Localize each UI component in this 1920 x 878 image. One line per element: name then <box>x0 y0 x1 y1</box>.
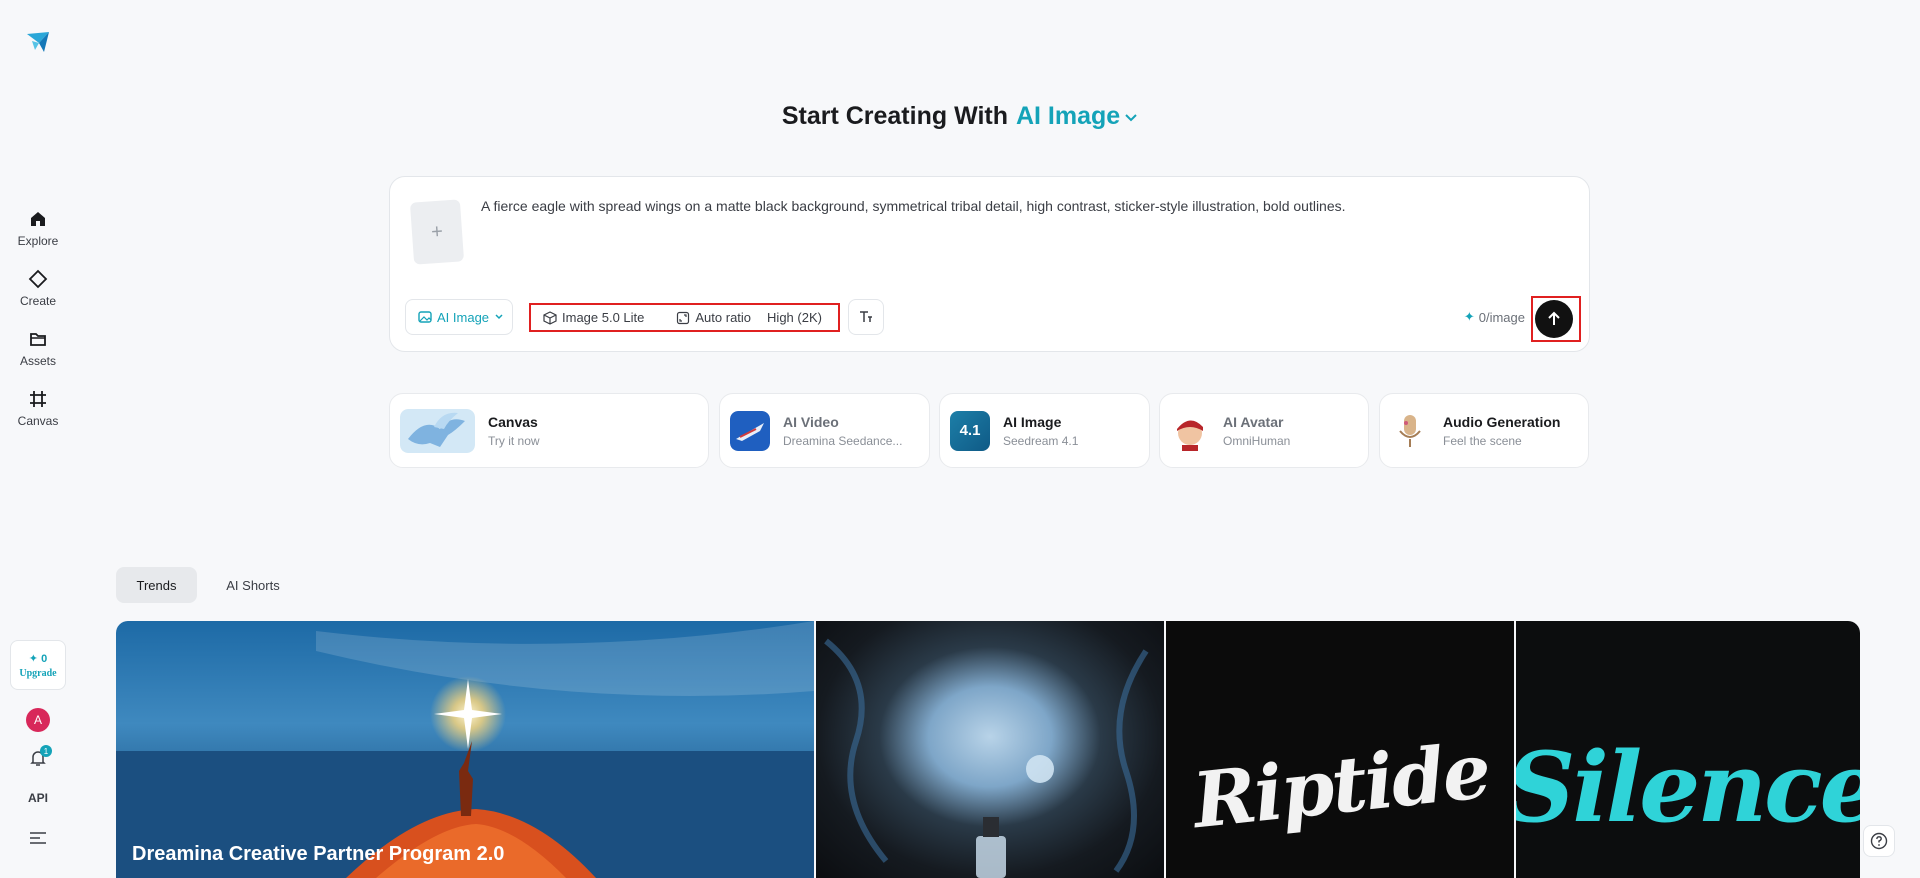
sidebar-item-explore[interactable]: Explore <box>0 208 76 248</box>
tool-card-ai-video[interactable]: AI Video Dreamina Seedance... <box>719 393 930 468</box>
credits-count: ✦ 0 <box>28 652 48 665</box>
video-thumbnail <box>730 410 770 451</box>
tab-ai-shorts[interactable]: AI Shorts <box>212 567 294 603</box>
perfume-artwork <box>824 638 1149 878</box>
upgrade-label: Upgrade <box>19 667 57 679</box>
generation-type-dropdown[interactable]: AI Image <box>1016 102 1120 131</box>
diamond-icon <box>27 268 49 290</box>
tool-sub: Feel the scene <box>1443 433 1522 448</box>
folder-icon <box>27 328 49 350</box>
ratio-label: Auto ratio <box>695 310 752 325</box>
sidebar-item-create[interactable]: Create <box>0 268 76 308</box>
tool-sub: Dreamina Seedance... <box>783 433 903 448</box>
tool-name: AI Video <box>783 413 839 430</box>
model-selector[interactable]: Image 5.0 Lite <box>543 310 644 325</box>
prompt-input[interactable]: A fierce eagle with spread wings on a ma… <box>481 196 1561 216</box>
cost-indicator: ✦ 0/image <box>1464 309 1525 325</box>
tool-sub: Try it now <box>488 433 540 448</box>
sidebar-item-label: Explore <box>17 234 59 248</box>
sidebar-item-label: Create <box>19 294 57 308</box>
gallery-featured-tile[interactable]: Dreamina Creative Partner Program 2.0 <box>116 621 814 878</box>
featured-title: Dreamina Creative Partner Program 2.0 <box>132 843 505 865</box>
crop-frame-icon <box>27 388 49 410</box>
notification-badge: 1 <box>40 745 52 757</box>
seedream-badge-thumbnail: 4.1 <box>950 410 990 451</box>
ratio-selector[interactable]: Auto ratio <box>676 310 751 325</box>
sidebar-item-canvas[interactable]: Canvas <box>0 388 76 428</box>
home-icon <box>27 208 49 230</box>
dreamina-logo[interactable] <box>24 28 52 56</box>
cost-label: 0/image <box>1478 309 1525 325</box>
help-button[interactable] <box>1863 825 1895 857</box>
tool-card-ai-avatar[interactable]: AI Avatar OmniHuman <box>1159 393 1369 468</box>
tool-name: AI Image <box>1003 413 1062 430</box>
tool-card-audio-generation[interactable]: Audio Generation Feel the scene <box>1379 393 1589 468</box>
api-link[interactable]: API <box>0 791 76 805</box>
chevron-down-icon[interactable] <box>1124 110 1138 124</box>
type-selector[interactable]: AI Image <box>405 299 513 335</box>
aspect-ratio-icon <box>677 311 690 324</box>
question-icon <box>1870 832 1888 850</box>
silence-lettering: Silence <box>1516 731 1860 844</box>
quality-selector[interactable]: High (2K) <box>767 310 822 325</box>
model-label: Image 5.0 Lite <box>562 310 645 325</box>
tool-card-ai-image[interactable]: 4.1 AI Image Seedream 4.1 <box>939 393 1150 468</box>
tool-card-canvas[interactable]: Canvas Try it now <box>389 393 709 468</box>
page-title: Start Creating With AI Image <box>0 102 1920 131</box>
cube-icon <box>543 310 557 325</box>
microphone-thumbnail <box>1399 414 1421 447</box>
add-reference-button[interactable]: + <box>409 199 465 265</box>
send-button[interactable] <box>1535 300 1573 338</box>
tool-name: AI Avatar <box>1223 413 1284 430</box>
gallery-tile-perfume[interactable] <box>816 621 1164 878</box>
quality-label: High (2K) <box>767 310 822 325</box>
prompt-card: + A fierce eagle with spread wings on a … <box>389 176 1590 352</box>
sidebar-item-label: Assets <box>19 354 56 368</box>
avatar[interactable]: A <box>26 708 50 732</box>
sidebar-item-label: Canvas <box>17 414 59 428</box>
riptide-lettering: Riptide <box>1188 725 1494 846</box>
avatar-thumbnail <box>1177 419 1203 451</box>
sidebar: Explore Create Assets Canvas ✦ 0 Upgrade… <box>0 0 76 878</box>
tool-name: Canvas <box>488 413 538 430</box>
tool-name: Audio Generation <box>1443 413 1561 430</box>
tool-sub: OmniHuman <box>1223 433 1291 448</box>
tab-trends[interactable]: Trends <box>116 567 197 603</box>
generation-settings-group: Image 5.0 Lite Auto ratio High (2K) <box>529 303 840 332</box>
menu-icon[interactable] <box>29 831 47 845</box>
gallery-tile-silence[interactable]: Silence <box>1516 621 1860 878</box>
featured-artwork <box>116 621 814 878</box>
image-icon <box>418 311 432 323</box>
type-selector-label: AI Image <box>437 309 490 325</box>
sidebar-item-assets[interactable]: Assets <box>0 328 76 368</box>
upgrade-button[interactable]: ✦ 0 Upgrade <box>10 640 66 690</box>
title-prefix: Start Creating With <box>781 102 1008 130</box>
gallery-tile-riptide[interactable]: Riptide <box>1166 621 1514 878</box>
text-format-button[interactable] <box>848 299 884 335</box>
sparkle-icon: ✦ <box>1463 309 1475 324</box>
chevron-down-icon <box>495 314 503 320</box>
arrow-up-icon <box>1548 311 1560 325</box>
pegasus-thumbnail <box>400 408 475 453</box>
tool-sub: Seedream 4.1 <box>1003 433 1079 448</box>
text-format-icon <box>860 311 872 322</box>
